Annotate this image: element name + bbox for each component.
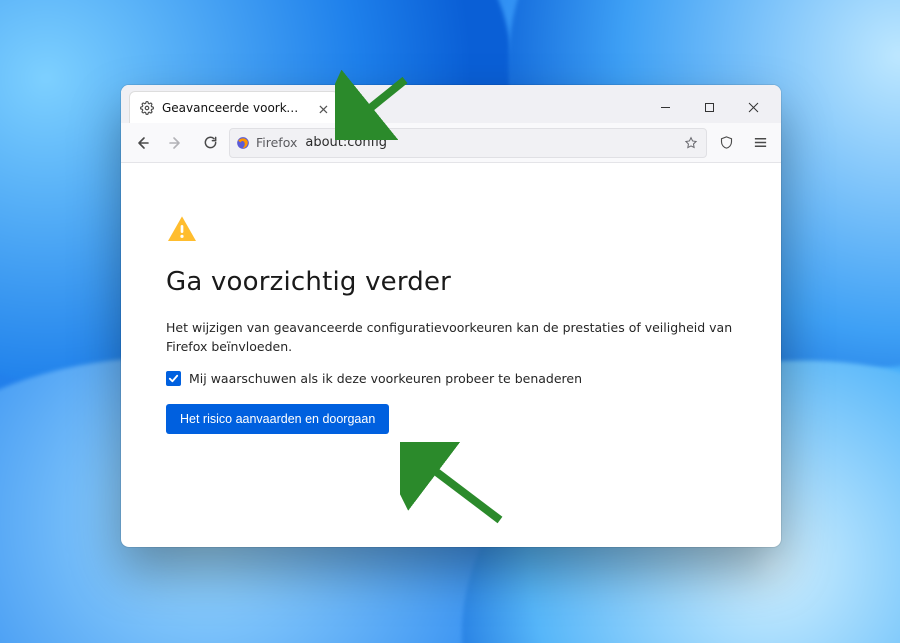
- new-tab-button[interactable]: [345, 92, 373, 120]
- firefox-logo-icon: [236, 136, 250, 150]
- forward-button[interactable]: [161, 128, 191, 158]
- window-controls: [643, 91, 775, 123]
- navigation-toolbar: Firefox about:config: [121, 123, 781, 163]
- page-title: Ga voorzichtig verder: [166, 267, 736, 297]
- bookmark-star-icon[interactable]: [684, 136, 698, 150]
- page-description: Het wijzigen van geavanceerde configurat…: [166, 319, 736, 357]
- identity-box[interactable]: Firefox: [236, 135, 297, 150]
- checkbox-checked-icon[interactable]: [166, 371, 181, 386]
- warn-checkbox-row[interactable]: Mij waarschuwen als ik deze voorkeuren p…: [166, 371, 736, 386]
- protections-button[interactable]: [711, 128, 741, 158]
- window-minimize-button[interactable]: [643, 91, 687, 123]
- window-close-button[interactable]: [731, 91, 775, 123]
- page-content: Ga voorzichtig verder Het wijzigen van g…: [121, 163, 781, 464]
- desktop-wallpaper: Geavanceerde voorkeuren: [0, 0, 900, 643]
- tab-title: Geavanceerde voorkeuren: [162, 101, 303, 115]
- accept-risk-button[interactable]: Het risico aanvaarden en doorgaan: [166, 404, 389, 434]
- tab-strip: Geavanceerde voorkeuren: [121, 85, 781, 123]
- browser-tab-active[interactable]: Geavanceerde voorkeuren: [129, 91, 339, 123]
- gear-icon: [140, 101, 154, 115]
- url-bar[interactable]: Firefox about:config: [229, 128, 707, 158]
- window-maximize-button[interactable]: [687, 91, 731, 123]
- checkbox-label: Mij waarschuwen als ik deze voorkeuren p…: [189, 371, 582, 386]
- identity-label: Firefox: [256, 135, 297, 150]
- reload-button[interactable]: [195, 128, 225, 158]
- app-menu-button[interactable]: [745, 128, 775, 158]
- firefox-window: Geavanceerde voorkeuren: [121, 85, 781, 547]
- back-button[interactable]: [127, 128, 157, 158]
- warning-icon: [166, 213, 198, 249]
- url-text: about:config: [305, 135, 387, 150]
- close-tab-icon[interactable]: [319, 103, 328, 113]
